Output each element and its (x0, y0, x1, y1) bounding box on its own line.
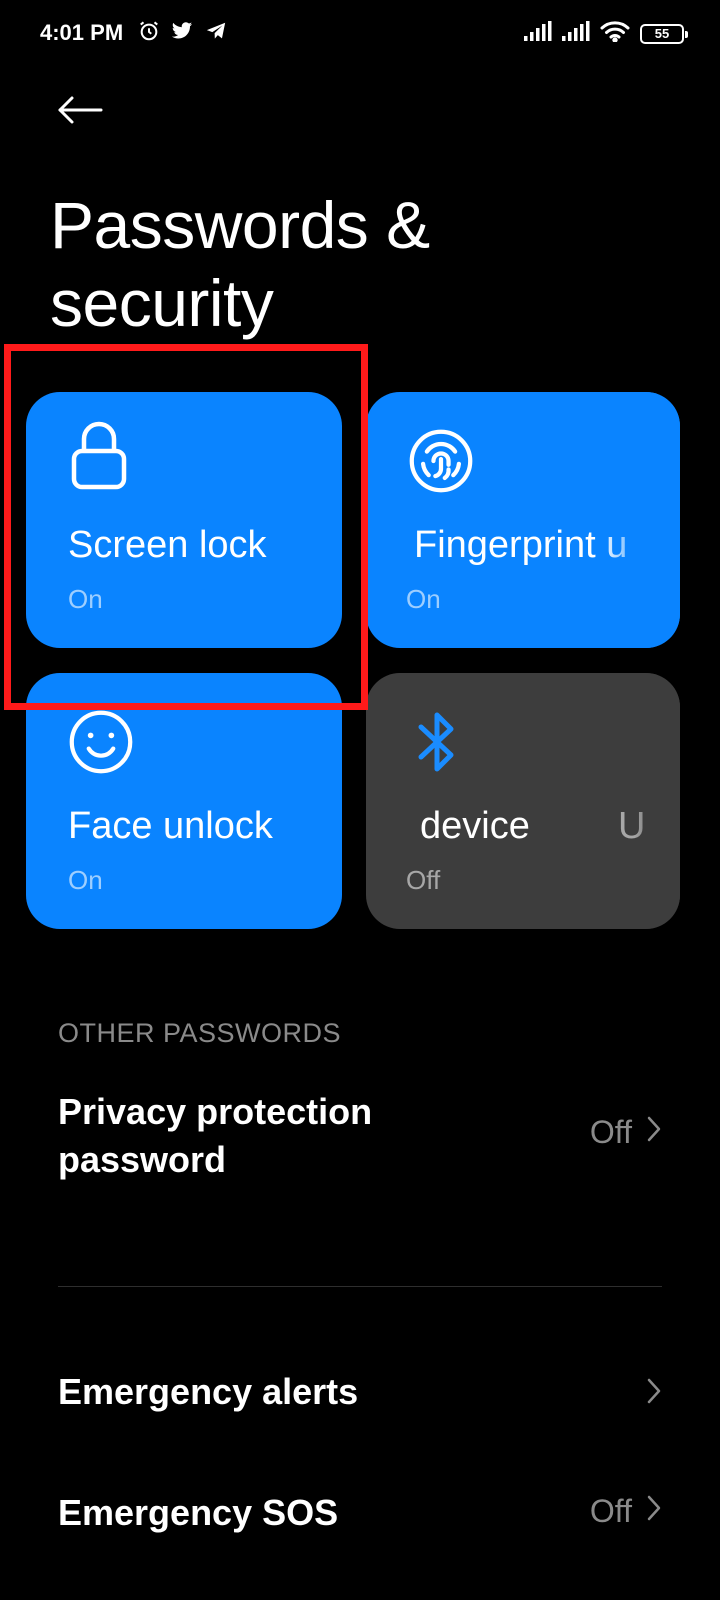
divider (58, 1286, 662, 1287)
signal-icon (562, 21, 590, 46)
lock-icon (66, 421, 132, 490)
list-item-title-line: password (58, 1139, 227, 1180)
tile-fingerprint[interactable]: Fingerprint u On (366, 392, 680, 648)
status-bar: 4:01 PM 55 (0, 0, 720, 72)
chevron-right-icon (646, 1376, 662, 1413)
tile-label: Face unlock (68, 805, 273, 847)
list-item-right (646, 1376, 662, 1413)
twitter-icon (170, 20, 194, 47)
tile-screen-lock[interactable]: Screen lock On (26, 392, 342, 648)
status-time: 4:01 PM (40, 20, 124, 45)
tile-label: Screen lock (68, 524, 267, 566)
tile-status: On (68, 584, 103, 614)
bluetooth-icon (404, 709, 470, 775)
telegram-icon (204, 20, 228, 47)
status-system-icons: 55 (524, 20, 688, 47)
chevron-right-icon (646, 1114, 662, 1151)
fingerprint-icon (408, 428, 474, 494)
list-item-value: Off (589, 1493, 632, 1529)
alarm-icon (138, 20, 160, 47)
tile-fade (634, 673, 680, 929)
tile-fade (600, 392, 680, 648)
list-item-emergency-sos[interactable]: Emergency SOS Off (58, 1489, 662, 1553)
list-item-right: Off (590, 1114, 662, 1151)
face-icon (68, 709, 134, 775)
tile-bluetooth-device[interactable]: device U Off (366, 673, 680, 929)
list-item-value: Off (589, 1114, 632, 1150)
battery-icon: 55 (640, 23, 688, 44)
tile-status: Off (406, 865, 441, 895)
chevron-right-icon (646, 1493, 662, 1530)
list-item-title: Emergency alerts (58, 1371, 359, 1412)
tile-label: device (420, 805, 530, 847)
list-item-privacy-protection-password[interactable]: Privacy protection password Off (58, 1088, 662, 1208)
wifi-icon (600, 20, 630, 47)
signal-icon (524, 21, 552, 46)
back-button[interactable] (52, 88, 108, 136)
list-item-title: Emergency SOS (58, 1492, 339, 1533)
status-notification-icons (138, 20, 228, 47)
list-item-title-line: Privacy protection (58, 1091, 373, 1132)
tile-face-unlock[interactable]: Face unlock On (26, 673, 342, 929)
arrow-left-icon (57, 95, 103, 130)
tile-label: Fingerprint u (414, 524, 628, 566)
list-item-right: Off (590, 1493, 662, 1530)
tile-status: On (406, 584, 441, 614)
list-item-emergency-alerts[interactable]: Emergency alerts (58, 1368, 662, 1432)
section-header-other-passwords: OTHER PASSWORDS (58, 1018, 342, 1048)
list-item-title: Privacy protection password (58, 1088, 662, 1184)
page-title: Passwords & security (50, 188, 430, 340)
tile-status: On (68, 865, 103, 895)
